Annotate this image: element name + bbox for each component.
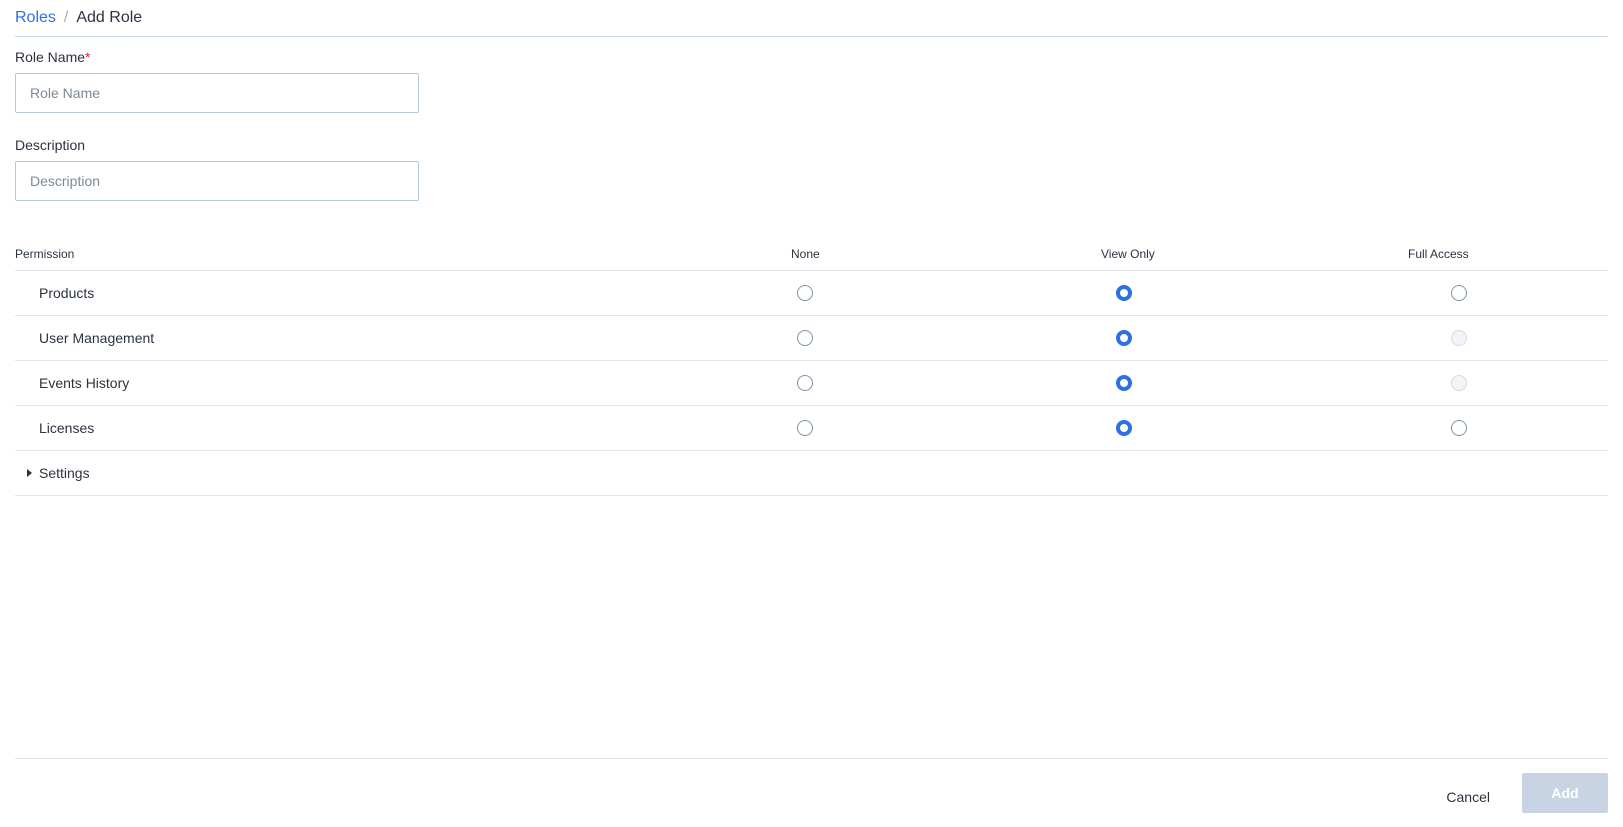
radio-full-access (1451, 375, 1467, 391)
description-label: Description (15, 137, 86, 153)
radio-view-only[interactable] (1116, 330, 1132, 346)
cancel-button[interactable]: Cancel (1446, 789, 1490, 805)
header-full-access: Full Access (1408, 247, 1469, 261)
role-name-input[interactable] (15, 73, 419, 113)
permission-label: User Management (39, 330, 155, 346)
breadcrumb-separator: / (63, 9, 69, 26)
radio-view-only[interactable] (1116, 375, 1132, 391)
radio-view-only[interactable] (1116, 420, 1132, 436)
role-name-label: Role Name* (15, 49, 90, 65)
caret-right-icon (27, 469, 32, 477)
radio-full-access[interactable] (1451, 285, 1467, 301)
permission-row-products: Products (15, 271, 1608, 316)
permission-label: Products (39, 285, 95, 301)
radio-none[interactable] (797, 285, 813, 301)
permission-row-user-management: User Management (15, 316, 1608, 361)
permission-label: Licenses (39, 420, 95, 436)
radio-none[interactable] (797, 420, 813, 436)
radio-full-access (1451, 330, 1467, 346)
role-name-label-text: Role Name (15, 49, 86, 65)
settings-group-toggle[interactable]: Settings (15, 451, 1608, 496)
permission-label: Events History (39, 375, 130, 391)
form-footer: Cancel Add (15, 758, 1608, 827)
radio-none[interactable] (797, 375, 813, 391)
permissions-header: Permission None View Only Full Access (15, 236, 1608, 271)
add-button[interactable]: Add (1522, 773, 1608, 813)
radio-full-access[interactable] (1451, 420, 1467, 436)
breadcrumb-current: Add Role (76, 9, 143, 26)
permissions-table: Permission None View Only Full Access Pr… (15, 236, 1608, 496)
permission-row-licenses: Licenses (15, 406, 1608, 451)
breadcrumb-roles-link[interactable]: Roles (15, 9, 56, 27)
radio-none[interactable] (797, 330, 813, 346)
radio-view-only[interactable] (1116, 285, 1132, 301)
header-none: None (791, 247, 820, 261)
permission-row-events-history: Events History (15, 361, 1608, 406)
header-view-only: View Only (1101, 247, 1155, 261)
description-input[interactable] (15, 161, 419, 201)
breadcrumb: Roles / Add Role (15, 0, 1608, 37)
header-permission: Permission (15, 247, 75, 261)
required-asterisk: * (85, 49, 91, 65)
settings-label: Settings (39, 465, 90, 481)
